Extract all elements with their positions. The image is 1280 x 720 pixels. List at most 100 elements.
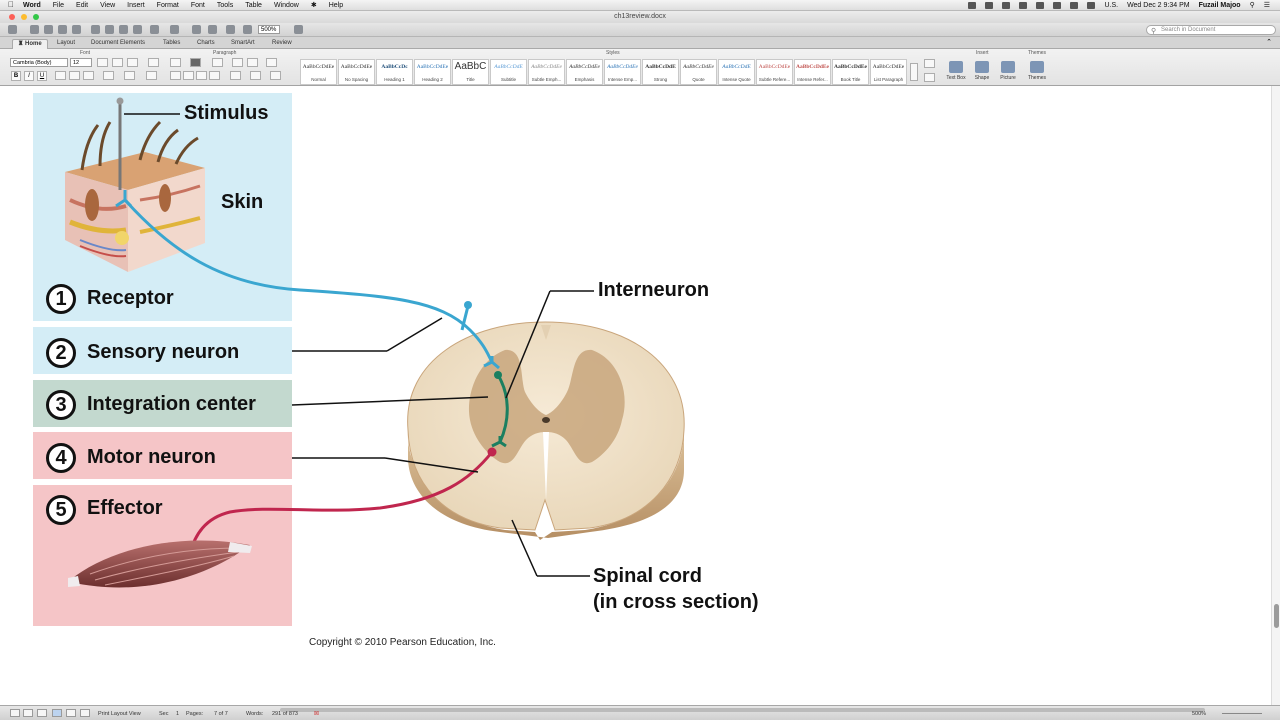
menu-view[interactable]: View <box>100 2 115 9</box>
templates-icon[interactable] <box>30 25 39 34</box>
zoom-slider[interactable] <box>1222 713 1262 714</box>
menu-font[interactable]: Font <box>191 2 205 9</box>
style-heading-1[interactable]: AaBbCcDc Heading 1 <box>376 59 413 85</box>
manage-styles-icon[interactable] <box>924 73 935 82</box>
script-menu-icon[interactable]: ✱ <box>311 1 317 9</box>
show-formatting-icon[interactable] <box>192 25 201 34</box>
style-no-spacing[interactable]: AaBbCcDdEe No Spacing <box>338 59 375 85</box>
menubar-clock[interactable]: Wed Dec 2 9:34 PM <box>1127 2 1190 9</box>
shrink-font-icon[interactable] <box>112 58 123 67</box>
style-intense-quote[interactable]: AaBbCcDdE Intense Quote <box>718 59 755 85</box>
time-machine-icon[interactable] <box>1019 1 1028 9</box>
drive-icon[interactable] <box>985 1 994 9</box>
numbering-icon[interactable] <box>190 58 201 67</box>
style-list-paragraph[interactable]: AaBbCcDdEe List Paragraph <box>870 59 907 85</box>
dropbox-icon[interactable] <box>1002 1 1011 9</box>
apple-icon[interactable]:  <box>8 1 17 9</box>
focus-view-button[interactable] <box>80 709 90 717</box>
battery-icon[interactable] <box>1087 1 1096 9</box>
font-color-icon[interactable] <box>103 71 114 80</box>
print-icon[interactable] <box>72 25 81 34</box>
subscript-icon[interactable] <box>83 71 94 80</box>
superscript-icon[interactable] <box>69 71 80 80</box>
camera-icon[interactable] <box>968 1 977 9</box>
strikethrough-icon[interactable] <box>55 71 66 80</box>
tab-review[interactable]: Review <box>267 39 297 49</box>
shading-icon[interactable] <box>250 71 261 80</box>
paste-icon[interactable] <box>119 25 128 34</box>
menu-insert[interactable]: Insert <box>127 2 145 9</box>
align-center-icon[interactable] <box>183 71 194 80</box>
save-icon[interactable] <box>58 25 67 34</box>
style-intense-emphasis[interactable]: AaBbCcDdEe Intense Emp... <box>604 59 641 85</box>
print-layout-view-button[interactable] <box>52 709 62 717</box>
themes-button[interactable]: Themes <box>1026 59 1048 85</box>
ribbon-collapse-icon[interactable]: ⌃ <box>1266 38 1272 46</box>
justify-icon[interactable] <box>209 71 220 80</box>
help-icon[interactable] <box>294 25 303 34</box>
multilevel-list-icon[interactable] <box>212 58 223 67</box>
text-box-button[interactable]: Text Box <box>945 59 967 85</box>
menu-file[interactable]: File <box>53 2 64 9</box>
style-strong[interactable]: AaBbCcDdE Strong <box>642 59 679 85</box>
scroll-thumb[interactable] <box>1274 604 1279 628</box>
style-heading-2[interactable]: AaBbCcDdEe Heading 2 <box>414 59 451 85</box>
sidebar-icon[interactable] <box>208 25 217 34</box>
open-icon[interactable] <box>44 25 53 34</box>
picture-button[interactable]: Picture <box>997 59 1019 85</box>
media-browser-icon[interactable] <box>243 25 252 34</box>
text-effects-icon[interactable] <box>146 71 157 80</box>
new-document-icon[interactable] <box>8 25 17 34</box>
zoom-field[interactable]: 500% <box>258 25 280 34</box>
menu-table[interactable]: Table <box>245 2 262 9</box>
outline-view-button[interactable] <box>23 709 33 717</box>
tab-tables[interactable]: Tables <box>158 39 185 49</box>
font-size-field[interactable]: 12 <box>70 58 92 67</box>
input-source[interactable]: U.S. <box>1104 2 1118 9</box>
underline-button[interactable]: U <box>37 71 47 81</box>
draft-view-button[interactable] <box>10 709 20 717</box>
style-book-title[interactable]: AaBbCcDdEe Book Title <box>832 59 869 85</box>
menu-format[interactable]: Format <box>157 2 179 9</box>
bullets-icon[interactable] <box>170 58 181 67</box>
tab-home[interactable]: ♜ Home <box>12 39 48 49</box>
increase-indent-icon[interactable] <box>247 58 258 67</box>
bold-button[interactable]: B <box>11 71 21 81</box>
font-name-field[interactable]: Cambria (Body) <box>10 58 68 67</box>
tab-smartart[interactable]: SmartArt <box>226 39 260 49</box>
volume-icon[interactable] <box>1053 1 1062 9</box>
spelling-status-icon[interactable]: ☒ <box>314 711 319 717</box>
menu-window[interactable]: Window <box>274 2 299 9</box>
decrease-indent-icon[interactable] <box>232 58 243 67</box>
styles-scroll-icon[interactable] <box>910 63 918 81</box>
style-normal[interactable]: AaBbCcDdEe Normal <box>300 59 337 85</box>
style-quote[interactable]: AaBbCcDdEe Quote <box>680 59 717 85</box>
document-page[interactable]: Stimulus Skin 1 Receptor 2 Sensory neuro… <box>0 86 1271 705</box>
styles-pane-icon[interactable] <box>924 59 935 68</box>
toolbox-icon[interactable] <box>226 25 235 34</box>
italic-button[interactable]: I <box>24 71 34 81</box>
align-right-icon[interactable] <box>196 71 207 80</box>
publishing-view-button[interactable] <box>37 709 47 717</box>
style-subtle-emphasis[interactable]: AaBbCcDdEe Subtle Emph... <box>528 59 565 85</box>
undo-icon[interactable] <box>150 25 159 34</box>
notebook-view-button[interactable] <box>66 709 76 717</box>
format-painter-icon[interactable] <box>133 25 142 34</box>
wifi-icon[interactable] <box>1070 1 1079 9</box>
menu-app-word[interactable]: Word <box>23 2 41 9</box>
style-intense-reference[interactable]: AaBbCcDdEe Intense Refer... <box>794 59 831 85</box>
menu-help[interactable]: Help <box>329 2 343 9</box>
highlight-icon[interactable] <box>124 71 135 80</box>
tab-document-elements[interactable]: Document Elements <box>86 39 150 49</box>
grow-font-icon[interactable] <box>97 58 108 67</box>
borders-icon[interactable] <box>270 71 281 80</box>
redo-icon[interactable] <box>170 25 179 34</box>
style-subtle-reference[interactable]: AaBbCcDdEe Subtle Refere... <box>756 59 793 85</box>
tab-layout[interactable]: Layout <box>52 39 80 49</box>
notification-center-icon[interactable]: ☰ <box>1264 1 1270 9</box>
menubar-user[interactable]: Fuzail Majoo <box>1199 2 1241 9</box>
change-case-icon[interactable] <box>127 58 138 67</box>
bluetooth-icon[interactable] <box>1036 1 1045 9</box>
line-spacing-icon[interactable] <box>230 71 241 80</box>
menu-edit[interactable]: Edit <box>76 2 88 9</box>
